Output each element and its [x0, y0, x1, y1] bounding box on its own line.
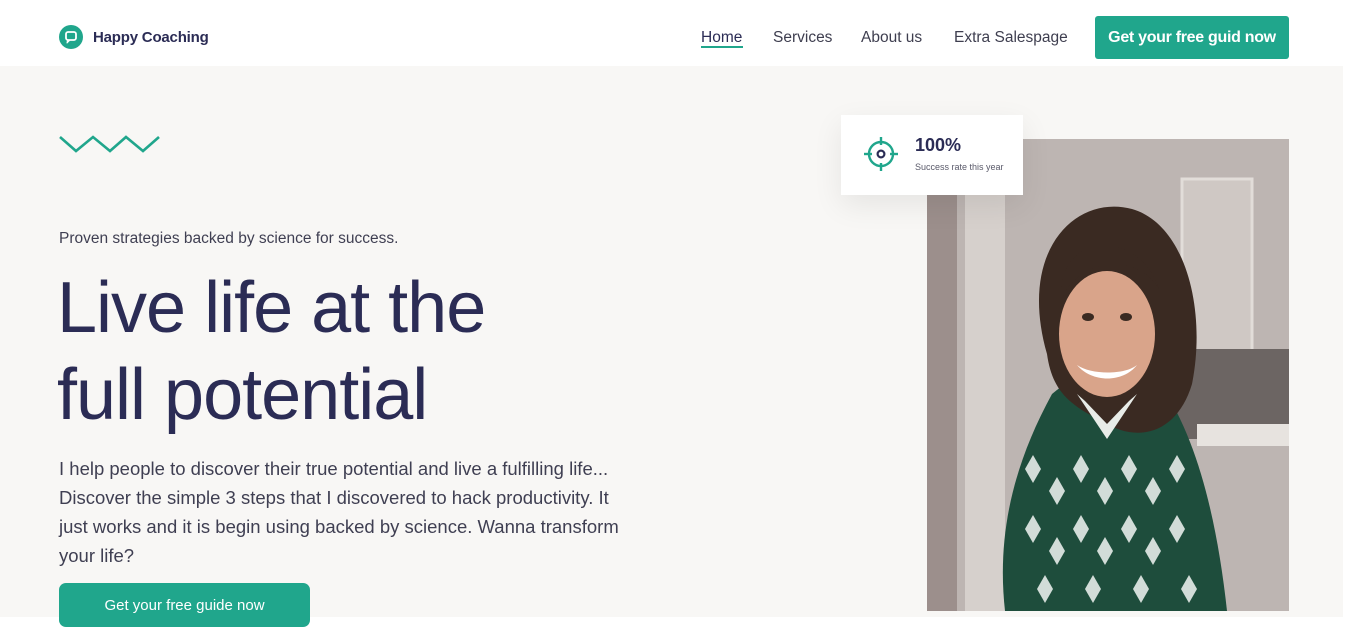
hero-eyebrow-text: Proven strategies backed by science for … [59, 230, 399, 247]
nav-item-home[interactable]: Home [701, 29, 742, 47]
hero-headline-line-1: Live life at the [57, 268, 486, 348]
hero-intro-text: I help people to discover their true pot… [59, 458, 619, 566]
success-rate-label: Success rate this year [915, 162, 1004, 172]
success-rate-value: 100% [915, 135, 962, 155]
target-icon [864, 137, 898, 171]
hero-headline-line-2: full potential [57, 355, 428, 435]
hero-headline: Live life at the full potential [57, 265, 677, 439]
free-guide-hero-button[interactable]: Get your free guide now [59, 583, 310, 627]
zigzag-icon [59, 135, 160, 153]
active-nav-indicator [701, 46, 743, 48]
portrait-photo [927, 139, 1289, 611]
free-guide-nav-button[interactable]: Get your free guid now [1095, 16, 1289, 59]
brand-name: Happy Coaching [93, 28, 209, 46]
nav-item-extra-salespage[interactable]: Extra Salespage [954, 29, 1068, 47]
nav-item-services[interactable]: Services [773, 29, 832, 47]
chat-bubble-icon [59, 25, 83, 49]
success-rate-card: 100% Success rate this year [841, 115, 1023, 195]
top-navigation-bar: Happy Coaching Home Services About us Ex… [0, 0, 1343, 66]
nav-item-about-us[interactable]: About us [861, 29, 922, 47]
brand-link[interactable]: Happy Coaching [59, 25, 209, 49]
